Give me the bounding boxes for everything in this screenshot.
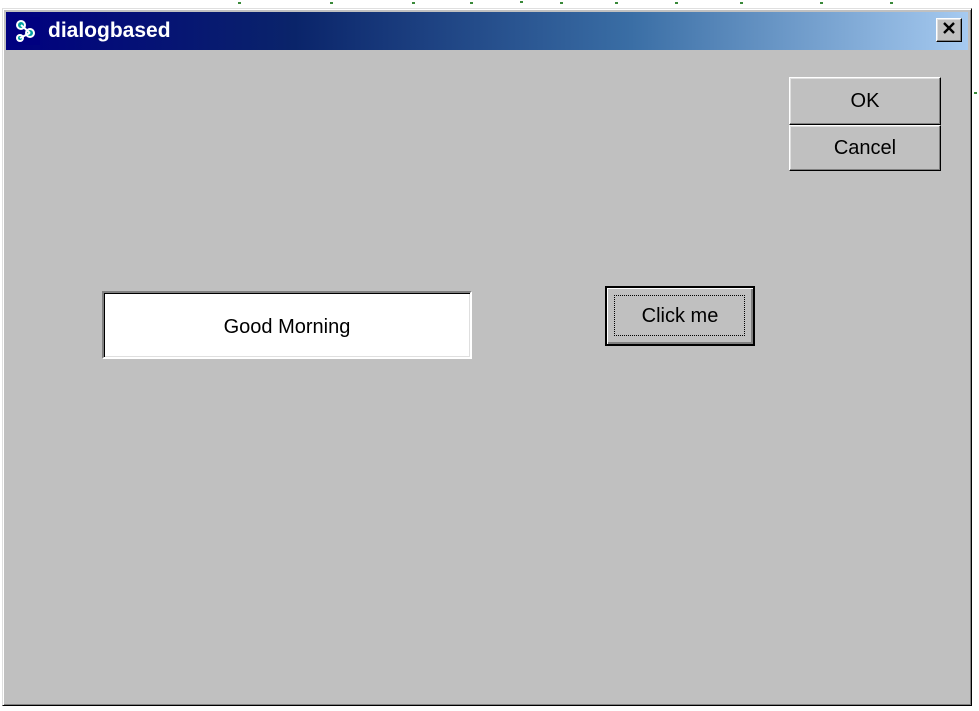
background-mark <box>520 1 523 3</box>
cancel-button-label: Cancel <box>833 136 897 159</box>
background-mark <box>740 2 743 4</box>
dialog-window: dialogbased OK Cancel Click me <box>2 8 972 706</box>
background-mark <box>890 2 893 4</box>
background-mark <box>675 2 678 4</box>
greeting-edit-field[interactable] <box>102 291 472 359</box>
ok-button-label: OK <box>850 89 880 112</box>
click-me-button[interactable]: Click me <box>605 286 755 346</box>
background-mark <box>412 2 415 4</box>
click-me-button-label: Click me <box>641 304 719 327</box>
background-mark <box>560 2 563 4</box>
background-mark <box>974 92 977 94</box>
background-mark <box>820 2 823 4</box>
dialog-app-icon <box>11 16 41 46</box>
close-icon <box>942 21 956 39</box>
window-title: dialogbased <box>48 19 171 42</box>
background-mark <box>238 2 241 4</box>
cancel-button[interactable]: Cancel <box>789 125 941 171</box>
ok-button[interactable]: OK <box>789 77 941 125</box>
title-bar[interactable]: dialogbased <box>6 12 968 50</box>
background-mark <box>330 2 333 4</box>
background-mark <box>470 2 473 4</box>
close-button[interactable] <box>936 18 962 42</box>
background-mark <box>615 2 618 4</box>
